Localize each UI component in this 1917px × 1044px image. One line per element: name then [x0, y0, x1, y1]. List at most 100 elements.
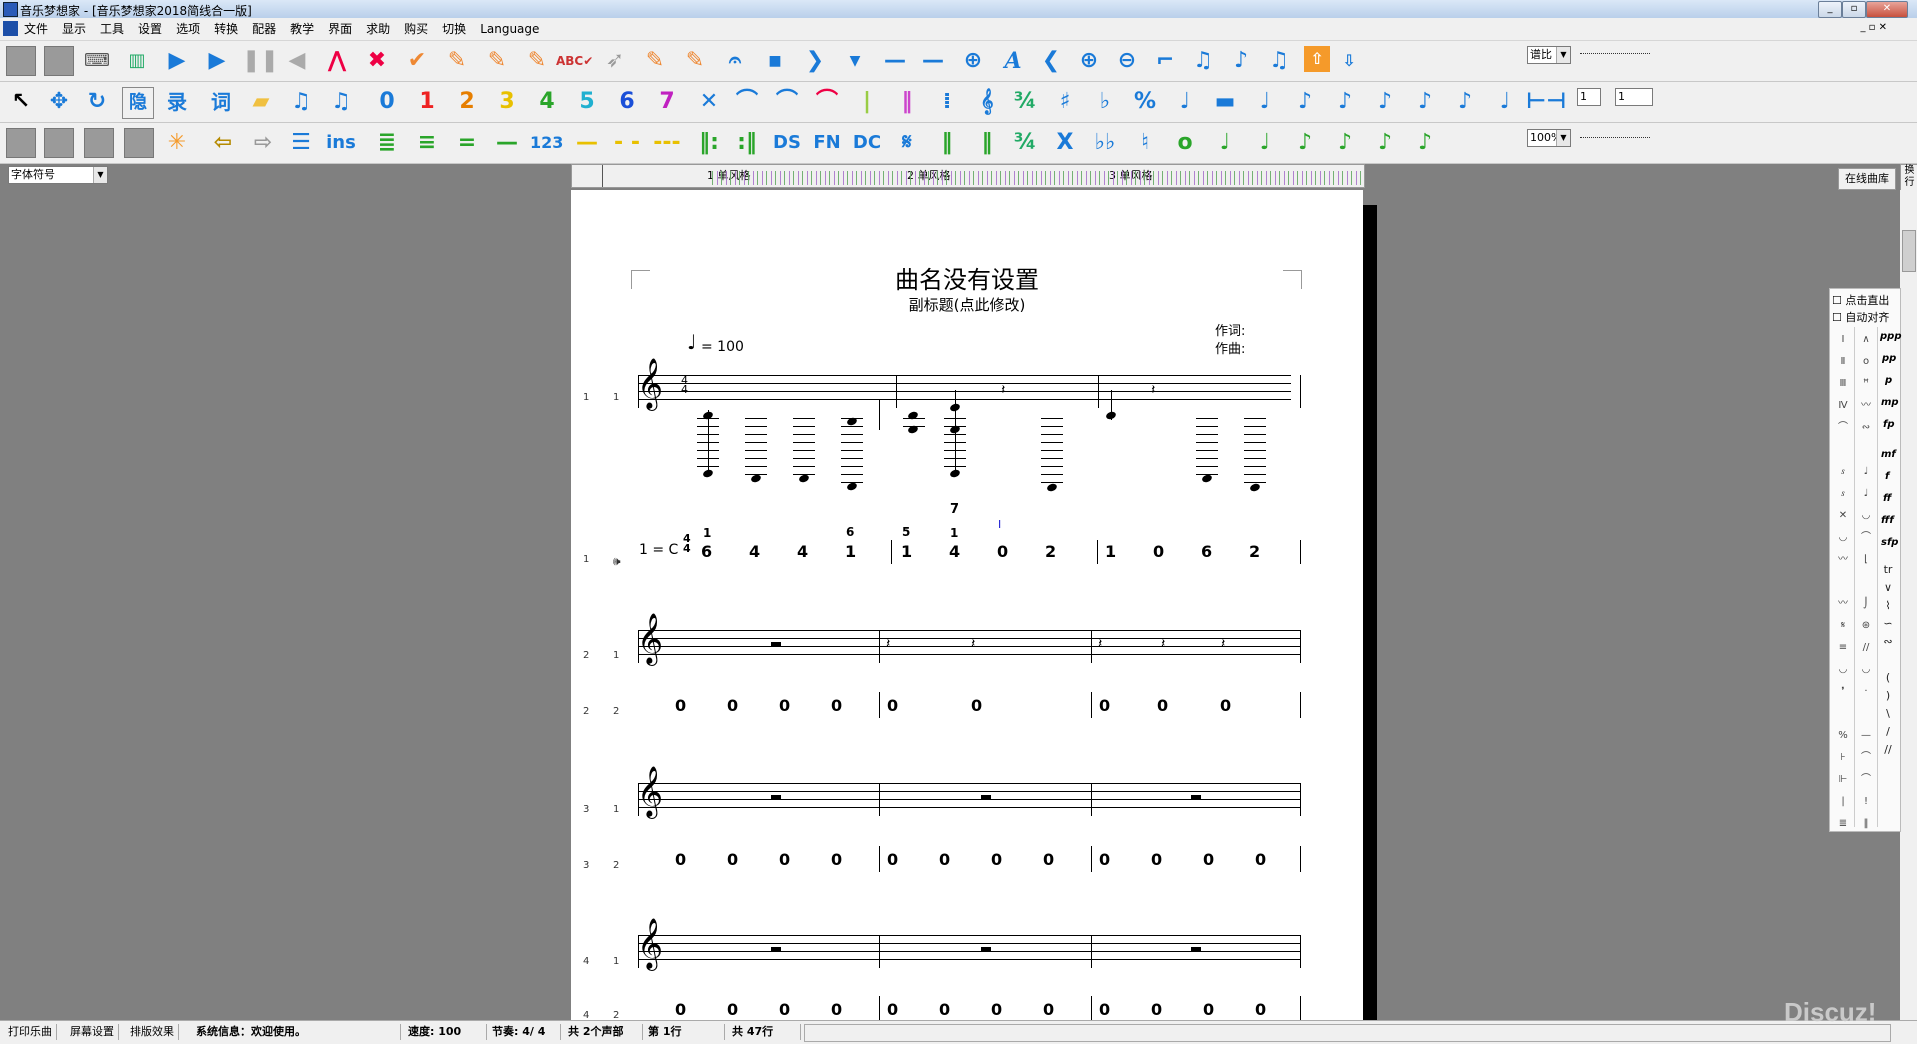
cross-icon[interactable]: ✕ — [694, 87, 724, 117]
jianpu-note[interactable]: 7 — [950, 502, 959, 517]
jianpu-note[interactable]: 0 — [887, 850, 898, 869]
jianpu-note[interactable]: 0 — [991, 1000, 1002, 1019]
half-note-icon[interactable]: ♩ — [1210, 128, 1240, 158]
pause-icon[interactable]: ❚❚ — [242, 46, 279, 76]
note[interactable] — [1105, 410, 1117, 421]
star-icon[interactable]: ✳ — [162, 128, 192, 158]
spellcheck-icon[interactable]: ABC✔ — [556, 46, 593, 76]
zoom-slider[interactable] — [1580, 137, 1650, 140]
num-3-button[interactable]: 3 — [492, 87, 522, 117]
check-icon[interactable]: ✔ — [402, 46, 432, 76]
color-tool-icon[interactable]: ✎ — [640, 46, 670, 76]
jianpu-note[interactable]: 0 — [727, 696, 738, 715]
jianpu-note[interactable]: 0 — [1151, 850, 1162, 869]
hide-button[interactable]: 隐 — [122, 87, 154, 119]
maximize-button[interactable]: ▫ — [1842, 1, 1866, 18]
jianpu-note[interactable]: 6 — [701, 542, 712, 561]
jianpu-note[interactable]: 0 — [727, 850, 738, 869]
clef-icon[interactable]: 𝄞 — [972, 87, 1002, 117]
jianpu-note[interactable]: 0 — [675, 1000, 686, 1019]
blank-button[interactable] — [6, 128, 36, 158]
jianpu-note[interactable]: 0 — [727, 1000, 738, 1019]
play-icon[interactable]: ▶ — [162, 46, 192, 76]
jianpu-note[interactable]: 0 — [1255, 850, 1266, 869]
speaker-icon[interactable]: 🕪 — [613, 554, 621, 569]
blank-button[interactable] — [6, 46, 36, 76]
jianpu-note[interactable]: 1 — [845, 542, 856, 561]
dynamic-ff[interactable]: ff — [1883, 493, 1891, 504]
pointer-icon[interactable]: ↖ — [6, 87, 36, 117]
timesig-icon[interactable]: ¾ — [1010, 87, 1040, 117]
right-arrow-icon[interactable]: ⇨ — [248, 128, 278, 158]
minimize-button[interactable]: _ — [1818, 1, 1842, 18]
num-4-button[interactable]: 4 — [532, 87, 562, 117]
dash-icon[interactable]: --- — [652, 128, 682, 158]
num-1-button[interactable]: 1 — [412, 87, 442, 117]
lines1-icon[interactable]: — — [492, 128, 522, 158]
eighth-note-icon[interactable]: ♪ — [1370, 87, 1400, 117]
barline-icon[interactable]: ‖ — [932, 128, 962, 158]
whole-rest-icon[interactable] — [1191, 947, 1201, 951]
double-flat-icon[interactable]: ♭♭ — [1090, 128, 1120, 158]
quarter-rest-icon[interactable]: 𝄽 — [1151, 382, 1155, 398]
jianpu-note[interactable]: 1 — [901, 542, 912, 561]
jianpu-note[interactable]: 0 — [779, 1000, 790, 1019]
record-button[interactable]: 录 — [162, 87, 192, 117]
quarter-rest-icon[interactable]: 𝄽 — [1001, 382, 1005, 398]
dot-icon[interactable]: ■ — [760, 46, 790, 76]
beam-icon[interactable]: ♫ — [286, 87, 316, 117]
jianpu-note[interactable]: 0 — [1043, 850, 1054, 869]
dynamic-mp[interactable]: mp — [1881, 397, 1899, 408]
sharp-icon[interactable]: ♯ — [1050, 87, 1080, 117]
menu-view[interactable]: 显示 — [55, 18, 93, 40]
jianpu-note[interactable]: 0 — [1203, 1000, 1214, 1019]
menu-options[interactable]: 选项 — [169, 18, 207, 40]
decrescendo-icon[interactable]: ❮ — [1036, 46, 1066, 76]
score-subtitle[interactable]: 副标题(点此修改) — [571, 294, 1363, 315]
dynamic-fp[interactable]: fp — [1883, 419, 1895, 430]
lines4-icon[interactable]: ≣ — [372, 128, 402, 158]
jianpu-note[interactable]: 0 — [675, 850, 686, 869]
layout-button[interactable]: 排版效果 — [126, 1024, 179, 1040]
barline-icon[interactable]: | — [852, 87, 882, 117]
dynamic-pp[interactable]: pp — [1882, 353, 1896, 364]
play-from-icon[interactable]: ▶ — [202, 46, 232, 76]
horizontal-scrollbar[interactable] — [804, 1024, 1891, 1042]
menu-buy[interactable]: 购买 — [397, 18, 435, 40]
whole-note-icon[interactable]: o — [1170, 128, 1200, 158]
ratio-slider[interactable] — [1580, 53, 1650, 56]
whole-rest-icon[interactable] — [981, 947, 991, 951]
jianpu-note[interactable]: 0 — [1099, 1000, 1110, 1019]
note[interactable] — [1249, 482, 1261, 493]
num-0-button[interactable]: 0 — [372, 87, 402, 117]
64th-note-icon[interactable]: ♪ — [1410, 128, 1440, 158]
tie-icon[interactable]: ⌐ — [1150, 46, 1180, 76]
jianpu-note[interactable]: 0 — [831, 696, 842, 715]
staff-system-1[interactable] — [639, 375, 1291, 407]
staff-system-4[interactable] — [639, 935, 1301, 967]
rest-icon[interactable]: ▬ — [1210, 87, 1240, 117]
lines2-icon[interactable]: = — [452, 128, 482, 158]
jianpu-note[interactable]: 0 — [939, 850, 950, 869]
eighth-note-icon[interactable]: ♪ — [1290, 87, 1320, 117]
lines3-icon[interactable]: ≡ — [412, 128, 442, 158]
note[interactable] — [949, 468, 961, 479]
font-symbol-select[interactable]: 字体符号 ▼ — [8, 166, 108, 184]
note[interactable] — [702, 468, 714, 479]
menu-convert[interactable]: 转换 — [207, 18, 245, 40]
key-signature[interactable]: 1 = C — [639, 542, 678, 558]
jianpu-note[interactable]: 6 — [846, 525, 854, 539]
whole-rest-icon[interactable] — [771, 642, 781, 646]
color-tool-icon[interactable]: ✎ — [442, 46, 472, 76]
32nd-note-icon[interactable]: ♪ — [1370, 128, 1400, 158]
color-tool-icon[interactable]: ✎ — [680, 46, 710, 76]
jianpu-note[interactable]: 0 — [939, 1000, 950, 1019]
jianpu-note[interactable]: 1 — [1105, 542, 1116, 561]
mdi-controls[interactable]: _ ▫ ✕ — [1860, 22, 1887, 33]
jianpu-note[interactable]: 0 — [1255, 1000, 1266, 1019]
quarter-note-icon[interactable]: ♩ — [1490, 87, 1520, 117]
quarter-note-icon[interactable]: ♩ — [1250, 128, 1280, 158]
delete-icon[interactable]: ✖ — [362, 46, 392, 76]
zoom-select[interactable]: 100% ▼ — [1527, 129, 1571, 147]
checkbox-direct-output[interactable]: ☐ 点击直出 — [1832, 292, 1889, 308]
